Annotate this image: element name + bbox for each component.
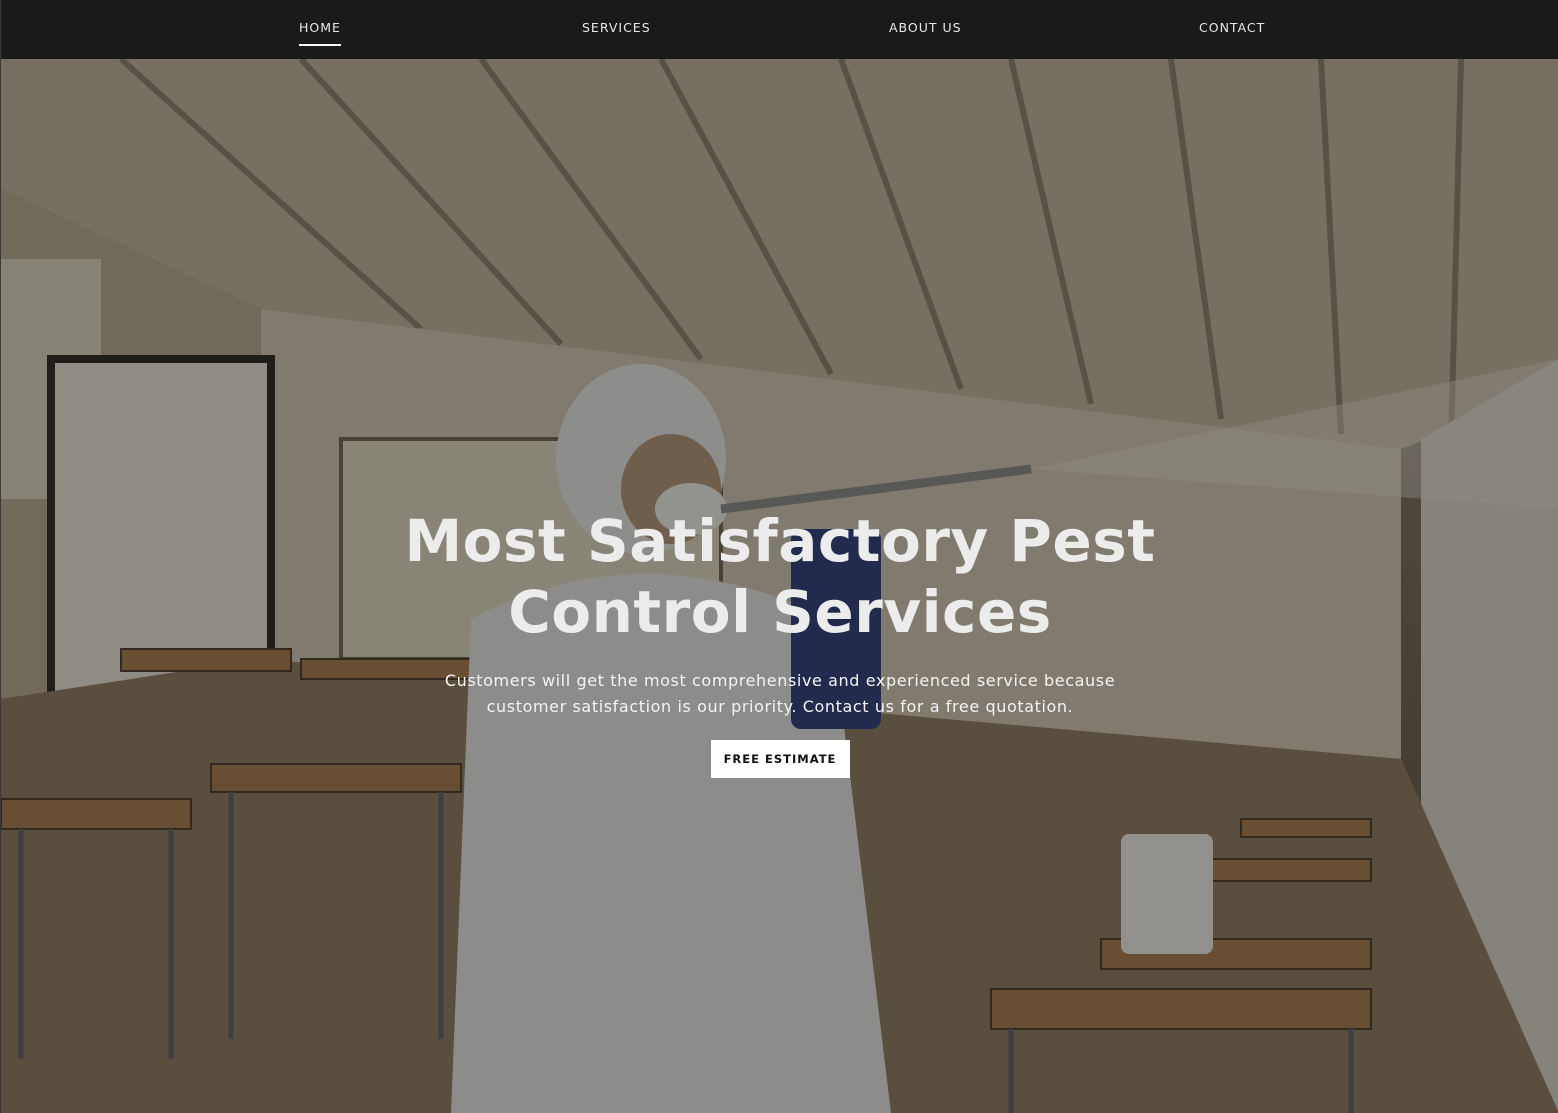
nav-item-services[interactable]: SERVICES [582, 20, 651, 35]
hero-content: Most Satisfactory Pest Control Services … [1, 506, 1558, 778]
hero-title: Most Satisfactory Pest Control Services [404, 507, 1156, 646]
nav-item-home[interactable]: HOME [299, 20, 341, 46]
nav-item-about-us[interactable]: ABOUT US [889, 20, 962, 35]
hero-section: Most Satisfactory Pest Control Services … [1, 59, 1558, 1113]
top-navbar: HOME SERVICES ABOUT US CONTACT [1, 0, 1558, 59]
page: HOME SERVICES ABOUT US CONTACT Most Sati… [0, 0, 1558, 1113]
free-estimate-button[interactable]: FREE ESTIMATE [710, 740, 850, 778]
hero-subtitle: Customers will get the most comprehensiv… [444, 671, 1116, 716]
nav-item-contact[interactable]: CONTACT [1199, 20, 1265, 35]
